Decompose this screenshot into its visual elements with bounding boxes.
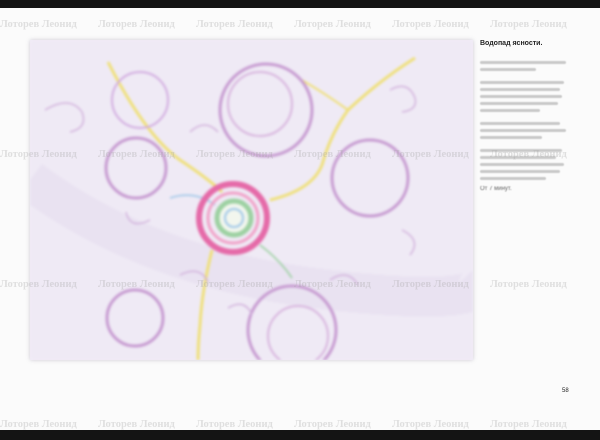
- watermark-text: Лоторев Леонид: [490, 279, 567, 290]
- watermark-text: Лоторев Леонид: [294, 19, 371, 30]
- pastel-drawing: [30, 40, 473, 360]
- watermark-text: Лоторев Леонид: [0, 419, 77, 430]
- watermark-row: Лоторев Леонид Лоторев Леонид Лоторев Леон…: [0, 14, 600, 32]
- paragraph-2: [480, 81, 580, 112]
- paragraph-3: [480, 122, 580, 139]
- watermark-text: Лоторев Леонид: [98, 419, 175, 430]
- paragraph-1: [480, 61, 580, 71]
- document-page: Водопад ясности. От 7 минут. 58 Лоторев …: [0, 8, 600, 430]
- paragraph-4: [480, 149, 580, 180]
- watermark-text: Лоторев Леонид: [392, 19, 469, 30]
- watermark-text: Лоторев Леонид: [294, 419, 371, 430]
- watermark-row: Лоторев Леонид Лоторев Леонид Лоторев Леон…: [0, 414, 600, 430]
- watermark-text: Лоторев Леонид: [196, 419, 273, 430]
- text-sidebar: Водопад ясности. От 7 минут.: [480, 40, 580, 192]
- drawing-illustration: [30, 40, 473, 360]
- exercise-title: Водопад ясности.: [480, 40, 543, 47]
- watermark-text: Лоторев Леонид: [490, 19, 567, 30]
- watermark-text: Лоторев Леонид: [98, 19, 175, 30]
- duration-line: От 7 минут.: [480, 186, 512, 192]
- watermark-text: Лоторев Леонид: [490, 419, 567, 430]
- watermark-text: Лоторев Леонид: [392, 419, 469, 430]
- page-number: 58: [562, 388, 569, 394]
- center-core-green: [214, 198, 254, 238]
- watermark-text: Лоторев Леонид: [0, 19, 77, 30]
- watermark-text: Лоторев Леонид: [196, 19, 273, 30]
